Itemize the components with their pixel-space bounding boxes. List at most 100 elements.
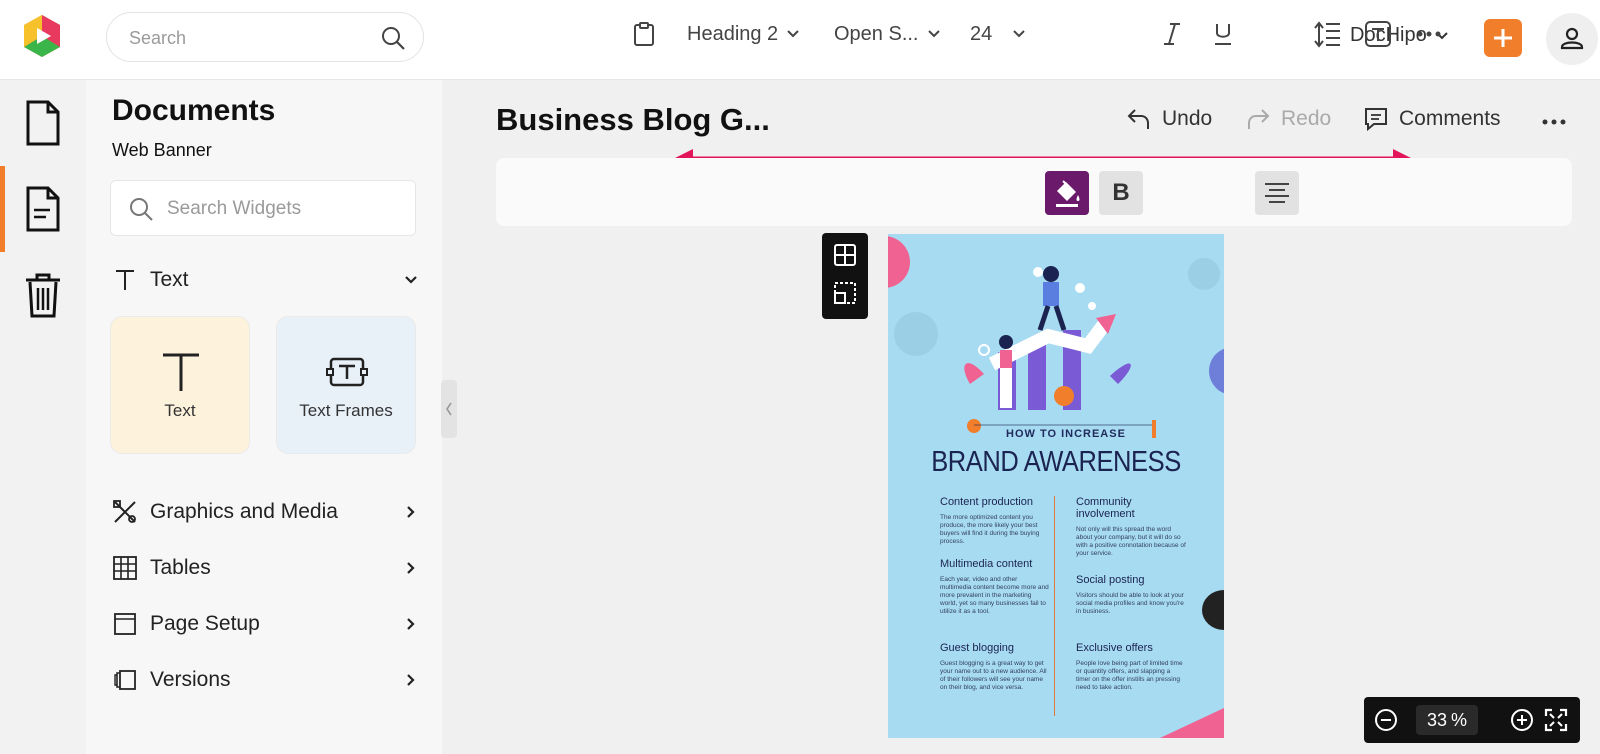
font-family-select[interactable]: Open S... [834,14,941,54]
text-color-button[interactable] [1045,171,1089,215]
document-page[interactable]: HOW TO INCREASE BRAND AWARENESS Content … [888,234,1224,738]
content-block[interactable]: Community involvement Not only will this… [1076,496,1186,558]
chevron-right-icon [407,674,415,686]
redo-icon [1248,109,1270,129]
content-body: Not only will this spread the word about… [1076,526,1186,557]
redo-label: Redo [1281,107,1332,130]
content-body: Each year, video and other multimedia co… [940,576,1049,615]
align-center-icon [1265,183,1289,203]
comment-icon [1365,108,1387,132]
zoom-controls: 33 % [1364,697,1580,743]
text-box-button[interactable] [1364,14,1392,54]
font-family-value: Open S... [834,22,919,45]
content-block[interactable]: Multimedia content Each year, video and … [940,558,1050,616]
dochipo-logo[interactable] [18,12,66,60]
versions-icon [110,665,140,695]
chevron-left-icon [446,402,452,416]
font-size-value: 24 [970,22,993,45]
collapse-panel-handle[interactable] [441,380,457,438]
section-label: Versions [150,668,231,691]
chevron-right-icon [407,506,415,518]
section-label: Tables [150,556,211,579]
section-label: Text [150,268,189,291]
search-placeholder: Search [129,28,187,48]
page-title[interactable]: BRAND AWARENESS [908,446,1204,479]
rail-item-trash[interactable] [0,252,86,338]
zoom-in-icon[interactable] [1510,708,1534,732]
chevron-down-icon [927,30,940,38]
section-tables[interactable]: Tables [110,548,420,588]
comments-button[interactable]: Comments [1363,106,1501,132]
content-heading: Community involvement [1076,496,1135,520]
clipboard-button[interactable] [632,14,656,54]
element-side-tools [822,233,868,319]
more-options-icon [1417,31,1441,37]
content-block[interactable]: Exclusive offers People love being part … [1076,642,1186,692]
file-icon [26,100,60,146]
text-toolbar [496,158,1572,226]
page-kicker[interactable]: HOW TO INCREASE [1006,428,1126,440]
document-type-label: Web Banner [112,140,212,160]
content-heading: Content production [940,496,1033,508]
paint-bucket-icon [1056,180,1080,207]
section-text[interactable]: Text [110,260,420,300]
page-setup-icon [110,609,140,639]
content-heading: Multimedia content [940,558,1033,570]
section-page-setup[interactable]: Page Setup [110,604,420,644]
line-height-button[interactable] [1314,14,1342,54]
widget-card-text-frames[interactable]: Text Frames [276,316,416,454]
chevron-right-icon [407,618,415,630]
bold-button[interactable]: B [1099,171,1143,215]
widget-card-text[interactable]: Text [110,316,250,454]
widget-card-label: Text Frames [299,401,393,420]
content-body: Guest blogging is a great way to get you… [940,660,1047,691]
underline-button[interactable] [1211,14,1235,54]
align-center-button[interactable] [1255,171,1299,215]
account-button[interactable] [1546,13,1598,65]
grid-icon[interactable] [833,243,857,267]
widget-search-input[interactable]: Search Widgets [110,180,416,236]
line-height-icon [1314,21,1340,48]
column-divider [1054,496,1055,716]
italic-icon [1164,23,1180,45]
widgets-panel: Documents Web Banner Search Widgets Text… [86,80,442,754]
content-block[interactable]: Guest blogging Guest blogging is a great… [940,642,1050,692]
global-search[interactable]: Search [106,12,424,62]
content-heading: Social posting [1076,574,1145,586]
undo-button[interactable]: Undo [1126,106,1212,132]
text-style-select[interactable]: Heading 2 [687,14,800,54]
more-options-icon[interactable] [1540,112,1568,132]
section-graphics-media[interactable]: Graphics and Media [110,492,420,532]
zoom-out-icon[interactable] [1374,708,1398,732]
zoom-value: 33 [1426,709,1447,730]
bold-icon: B [1112,179,1130,206]
rail-item-documents[interactable] [0,166,86,252]
chevron-down-icon [1013,30,1025,38]
zoom-unit: % [1451,709,1468,730]
underline-icon [1215,24,1231,45]
content-body: People love being part of limited time o… [1076,660,1183,691]
redo-button[interactable]: Redo [1245,106,1331,132]
italic-button[interactable] [1160,14,1184,54]
fullscreen-icon[interactable] [1544,708,1568,732]
create-button[interactable] [1484,19,1522,57]
document-title[interactable]: Business Blog G... [496,102,770,138]
section-versions[interactable]: Versions [110,660,420,700]
search-icon[interactable] [379,24,407,52]
select-area-icon[interactable] [833,281,857,305]
trash-icon [26,273,60,318]
undo-label: Undo [1162,107,1213,130]
text-box-icon [1365,21,1391,47]
document-icon [26,186,60,232]
rail-item-files[interactable] [0,80,86,166]
widget-search-placeholder: Search Widgets [167,198,302,219]
text-icon [163,353,199,391]
font-size-select[interactable]: 24 [970,14,1026,54]
content-body: Visitors should be able to look at your … [1076,592,1184,615]
content-block[interactable]: Content production The more optimized co… [940,496,1050,546]
content-block[interactable]: Social posting Visitors should be able t… [1076,574,1186,616]
text-frame-icon [326,357,368,387]
more-text-options-button[interactable] [1416,14,1442,54]
zoom-level[interactable]: 33 % [1416,705,1478,735]
chevron-down-icon [787,30,799,38]
